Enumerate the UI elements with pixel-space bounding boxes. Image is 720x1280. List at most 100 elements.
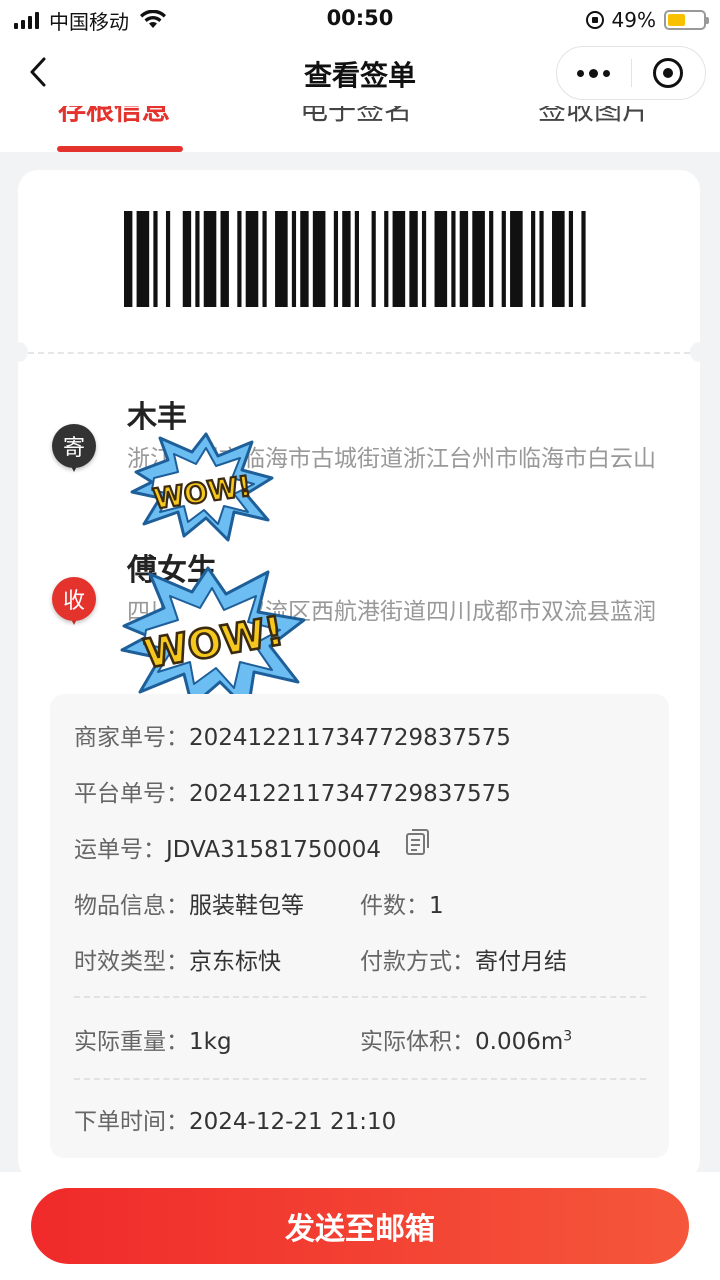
goods-label: 物品信息： (74, 893, 189, 919)
sender-badge: 寄 (52, 424, 96, 468)
more-dots-icon[interactable] (557, 46, 631, 100)
perforation-divider (28, 352, 690, 354)
battery-percent: 49% (611, 8, 656, 32)
volume-value: 0.006m (475, 1029, 564, 1055)
merchant-order-row: 商家单号：2024122117347729837575 (74, 718, 511, 752)
order-time-label: 下单时间： (74, 1109, 189, 1135)
barcode-bar (501, 211, 506, 307)
barcode-bar (434, 211, 448, 307)
barcode-bar (182, 211, 192, 307)
receiver-badge: 收 (52, 577, 96, 621)
barcode-bar (459, 211, 469, 307)
volume-label: 实际体积： (360, 1029, 475, 1055)
barcode-bar (220, 211, 229, 307)
merchant-order-label: 商家单号： (74, 725, 189, 751)
service-value: 京东标快 (189, 949, 281, 975)
copy-icon[interactable] (404, 828, 432, 856)
barcode-bar (581, 211, 586, 307)
barcode-bar (245, 211, 259, 307)
count-row: 件数：1 (360, 886, 444, 920)
barcode-bar (371, 211, 376, 307)
barcode-bar (451, 211, 456, 307)
tab-receipt-images[interactable]: 签收图片 (538, 106, 650, 128)
weight-label: 实际重量： (74, 1029, 189, 1055)
payment-label: 付款方式： (360, 949, 475, 975)
info-divider (74, 1078, 646, 1080)
battery-icon (664, 10, 709, 30)
platform-order-value: 2024122117347729837575 (189, 781, 511, 807)
active-tab-indicator (57, 146, 183, 152)
payment-value: 寄付月结 (475, 949, 567, 975)
count-value: 1 (429, 893, 444, 919)
goods-row: 物品信息：服装鞋包等 (74, 886, 304, 920)
barcode-bar (275, 211, 288, 307)
tab-stub-info[interactable]: 存根信息 (58, 106, 170, 128)
barcode-bar (333, 211, 339, 307)
waybill-label: 运单号： (74, 837, 166, 863)
barcode-bar (124, 211, 133, 307)
tab-bar: 存根信息 电子签名 签收图片 (0, 106, 720, 152)
battery-level (668, 14, 685, 26)
order-time-row: 下单时间：2024-12-21 21:10 (74, 1102, 396, 1136)
sender-pin-icon: 寄 (52, 424, 96, 478)
barcode-bar (472, 211, 485, 307)
barcode-bar (510, 211, 523, 307)
tab-e-signature[interactable]: 电子签名 (300, 106, 412, 128)
barcode-bar (136, 211, 150, 307)
wow-sticker-large: WOW! (120, 566, 306, 712)
status-right: 49% (585, 6, 709, 34)
platform-order-label: 平台单号： (74, 781, 189, 807)
mini-program-capsule (556, 46, 706, 100)
info-divider (74, 996, 646, 998)
payment-row: 付款方式：寄付月结 (360, 942, 567, 976)
barcode-bar (312, 211, 326, 307)
goods-value: 服装鞋包等 (189, 893, 304, 919)
barcode-bar (342, 211, 351, 307)
waybill-card: 寄 木丰 浙江台州市临海市古城街道浙江台州市临海市白云山 收 傅女生 四川成都市… (8, 170, 710, 1180)
service-label: 时效类型： (74, 949, 189, 975)
barcode-bar (237, 211, 242, 307)
platform-order-row: 平台单号：2024122117347729837575 (74, 774, 511, 808)
barcode-bar (165, 211, 171, 307)
barcode-bar (552, 211, 565, 307)
bottom-action-bar: 发送至邮箱 (0, 1172, 720, 1280)
card-notch-right (690, 342, 710, 362)
weight-row: 实际重量：1kg (74, 1022, 232, 1056)
barcode-bar (300, 211, 309, 307)
barcode-bar (409, 211, 418, 307)
count-label: 件数： (360, 893, 429, 919)
sender-name: 木丰 (127, 400, 187, 435)
barcode-area (18, 170, 700, 352)
nav-bar: 查看签单 (0, 40, 720, 106)
weight-value: 1kg (189, 1029, 232, 1055)
service-row: 时效类型：京东标快 (74, 942, 281, 976)
card-notch-left (8, 342, 28, 362)
barcode-bar (421, 211, 427, 307)
order-time-value: 2024-12-21 21:10 (189, 1109, 397, 1135)
status-bar: 中国移动 00:50 49% (0, 0, 720, 40)
waybill-row: 运单号：JDVA31581750004 (74, 830, 381, 864)
barcode-bar (568, 211, 574, 307)
close-mini-program-button[interactable] (632, 46, 706, 100)
merchant-order-value: 2024122117347729837575 (189, 725, 511, 751)
barcode-bar (531, 211, 536, 307)
wow-sticker-small: WOW! (130, 432, 274, 542)
rotation-lock-icon (585, 11, 604, 29)
receiver-pin-icon: 收 (52, 577, 96, 631)
barcode-bar (384, 211, 389, 307)
barcode-bar (195, 211, 200, 307)
target-icon (653, 58, 684, 88)
barcode-bar (203, 211, 217, 307)
barcode-bar (489, 211, 494, 307)
volume-unit-superscript: 3 (563, 1028, 573, 1045)
barcode-bar (392, 211, 406, 307)
barcode-bar (291, 211, 297, 307)
barcode-bar (354, 211, 359, 307)
waybill-value: JDVA31581750004 (166, 837, 382, 863)
send-to-email-button[interactable]: 发送至邮箱 (31, 1188, 689, 1264)
order-info-box: 商家单号：2024122117347729837575 平台单号：2024122… (50, 694, 669, 1158)
barcode-image (124, 211, 586, 307)
barcode-bar (153, 211, 158, 307)
barcode-bar (539, 211, 544, 307)
barcode-bar (262, 211, 267, 307)
